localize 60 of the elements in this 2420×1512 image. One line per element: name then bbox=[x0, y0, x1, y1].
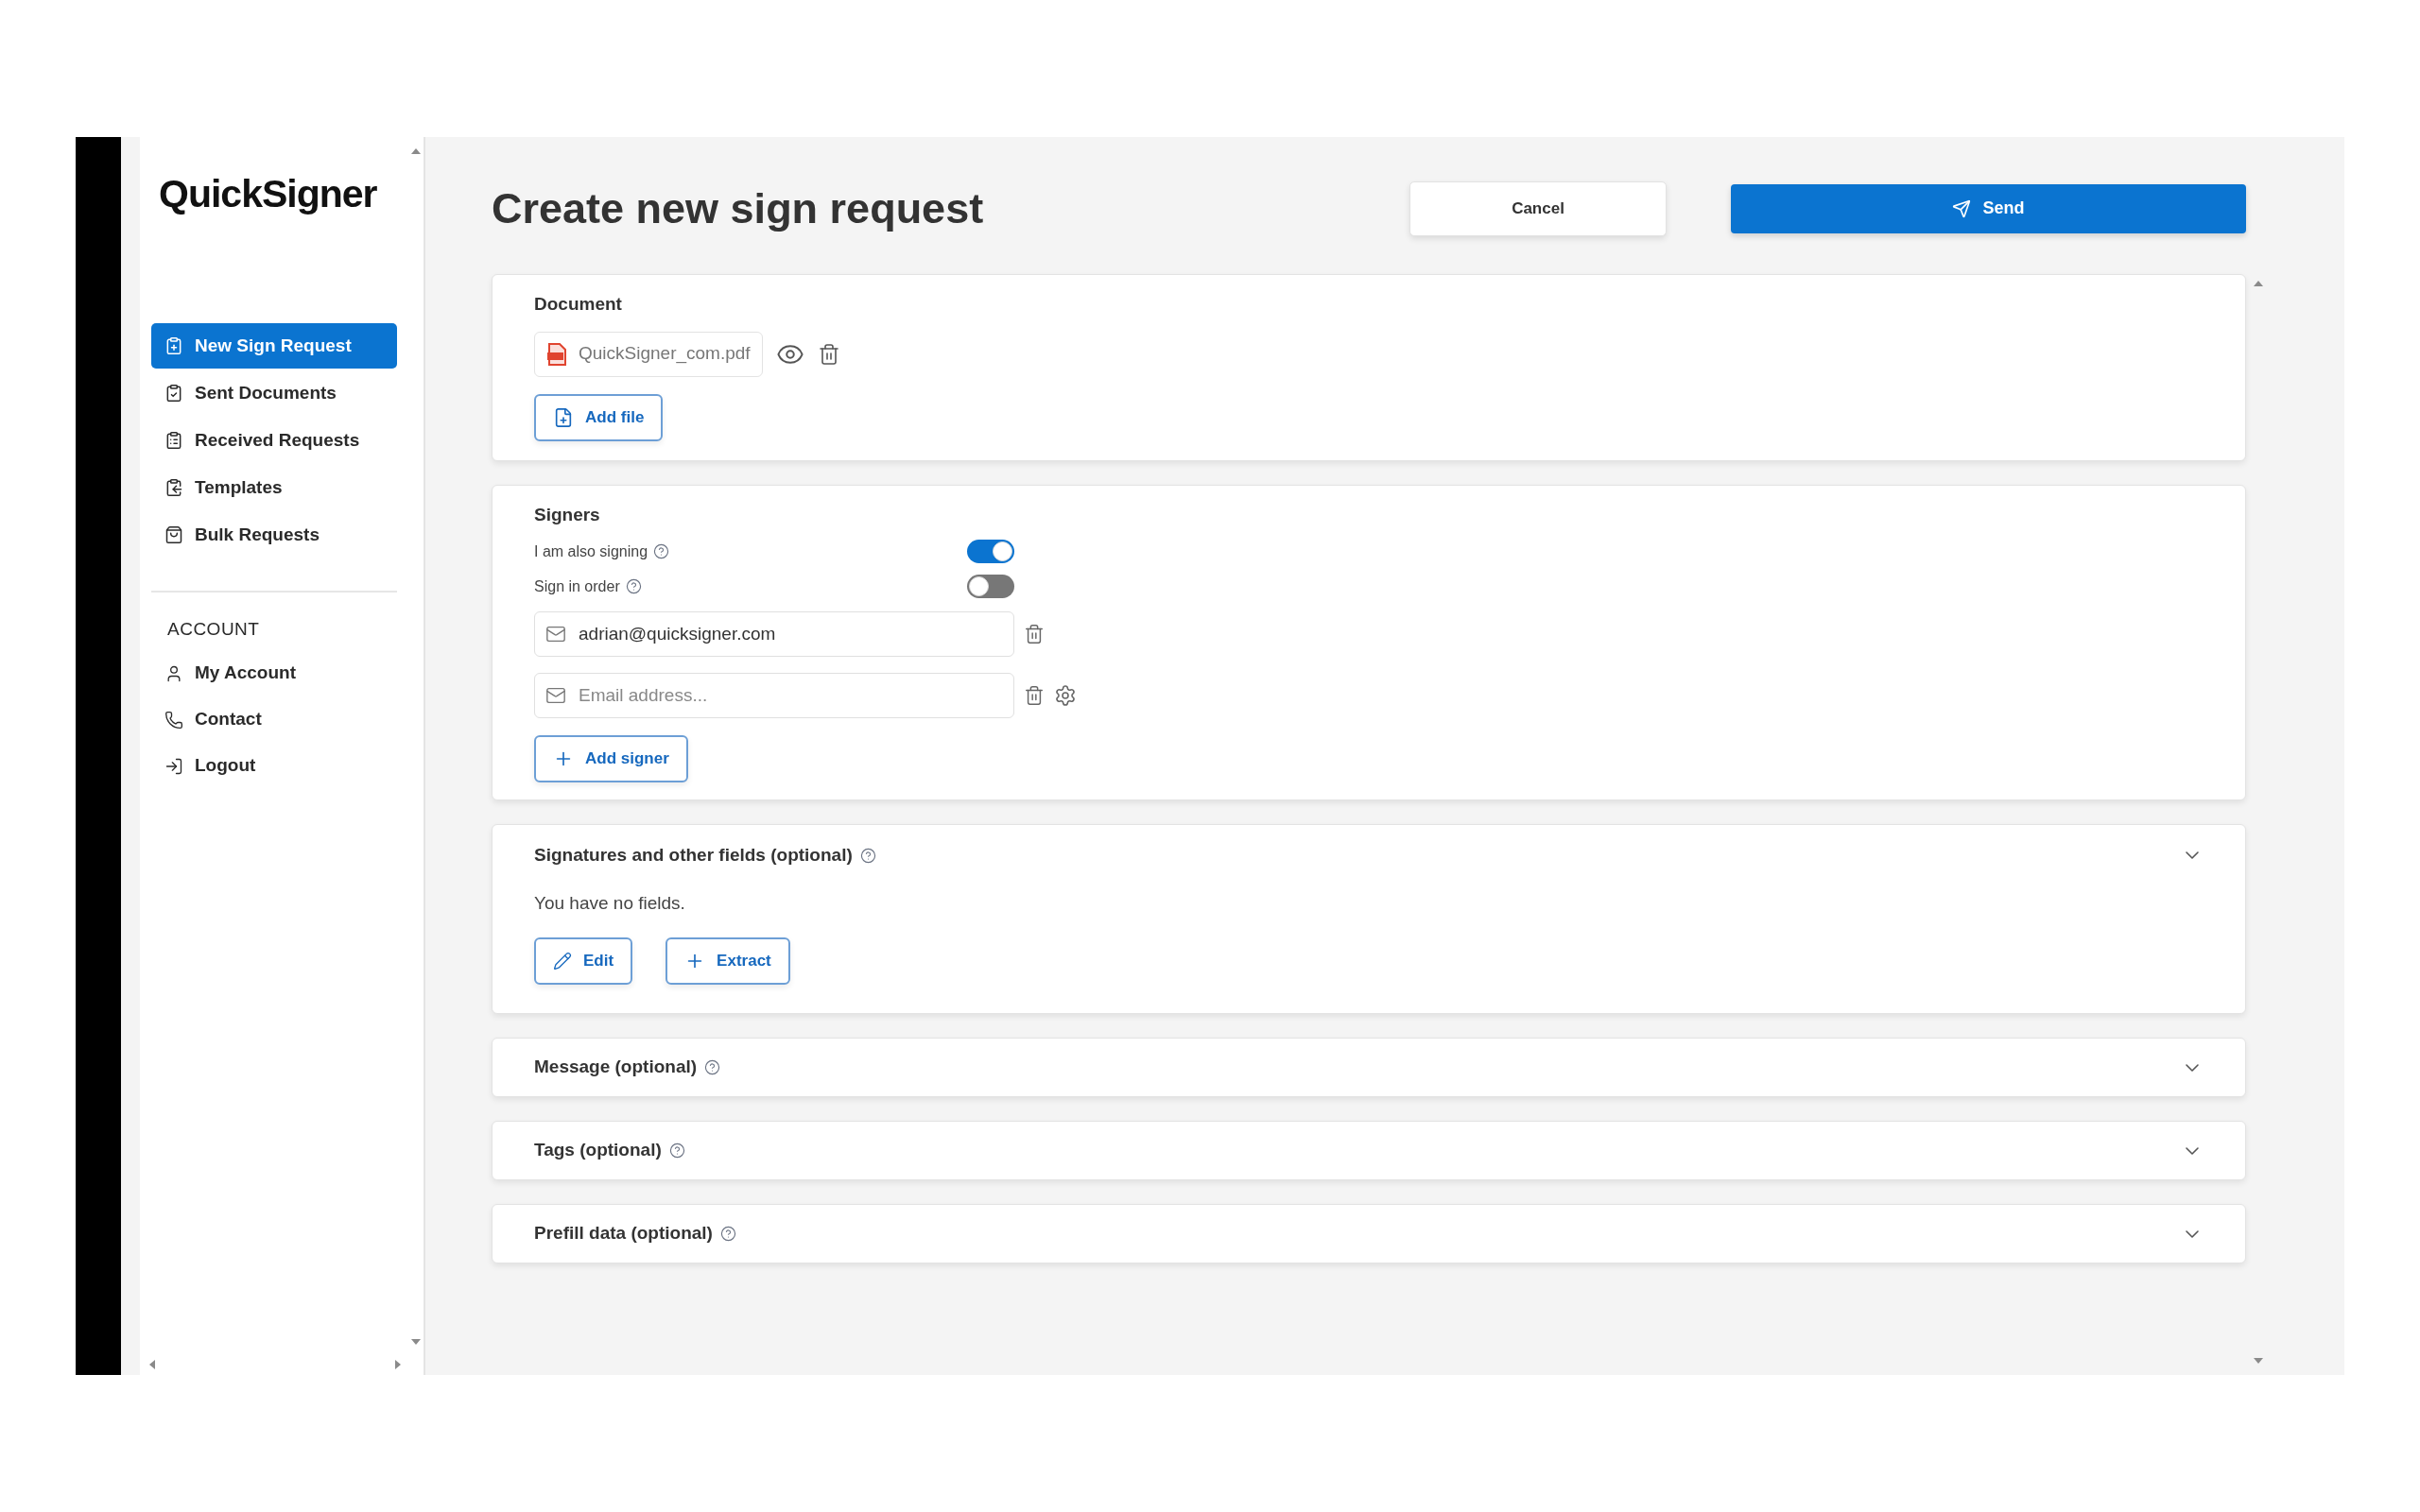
nav-item[interactable]: My Account bbox=[151, 650, 412, 696]
nav-item[interactable]: Templates bbox=[151, 465, 397, 510]
delete-icon[interactable] bbox=[817, 342, 840, 366]
nav-item[interactable]: Received Requests bbox=[151, 418, 397, 463]
mail-icon bbox=[545, 624, 566, 644]
extract-button[interactable]: Extract bbox=[666, 937, 790, 985]
toggle-label: I am also signing bbox=[534, 541, 648, 561]
nav-item[interactable]: Bulk Requests bbox=[151, 512, 397, 558]
pencil-icon bbox=[553, 952, 572, 971]
clipboard-list-icon bbox=[164, 431, 183, 450]
nav-item[interactable]: New Sign Request bbox=[151, 323, 397, 369]
section-label: ACCOUNT bbox=[167, 618, 261, 641]
email-field[interactable]: adrian@quicksigner.com bbox=[534, 611, 1014, 657]
toggle-switch[interactable] bbox=[967, 575, 1014, 598]
add-file-button[interactable]: Add file bbox=[534, 393, 664, 441]
cancel-button[interactable]: Cancel bbox=[1409, 180, 1667, 236]
clipboard-plus-icon bbox=[164, 336, 183, 355]
scroll-right-icon[interactable] bbox=[393, 1360, 403, 1369]
mail-icon bbox=[545, 685, 566, 706]
section-title: Document bbox=[534, 293, 623, 316]
section-title: Prefill data (optional) bbox=[534, 1222, 713, 1246]
toggle-switch[interactable] bbox=[967, 540, 1014, 563]
scroll-up-icon[interactable] bbox=[411, 146, 421, 156]
logout-icon bbox=[164, 756, 183, 776]
help-icon bbox=[668, 1143, 685, 1159]
help-icon bbox=[625, 578, 642, 594]
help-icon bbox=[859, 847, 876, 864]
empty-message: You have no fields. bbox=[534, 891, 686, 915]
section-title: Signers bbox=[534, 503, 601, 526]
nav-item[interactable]: Contact bbox=[151, 696, 412, 743]
section-title: Message (optional) bbox=[534, 1056, 698, 1079]
pdf-file-icon bbox=[546, 342, 567, 366]
help-icon bbox=[653, 543, 670, 559]
phone-icon bbox=[164, 710, 183, 730]
scroll-left-icon[interactable] bbox=[147, 1360, 157, 1369]
scroll-down-icon[interactable] bbox=[411, 1337, 421, 1347]
clipboard-icon bbox=[164, 478, 183, 497]
file-chip[interactable]: QuickSigner_com.pdf bbox=[534, 331, 763, 377]
toggle-label: Sign in order bbox=[534, 576, 620, 596]
scroll-down-icon[interactable] bbox=[2254, 1356, 2263, 1366]
section-title: Signatures and other fields (optional) bbox=[534, 844, 853, 867]
scroll-up-icon[interactable] bbox=[2254, 279, 2263, 288]
delete-icon[interactable] bbox=[1024, 685, 1045, 706]
help-icon bbox=[719, 1226, 736, 1242]
help-icon bbox=[704, 1059, 721, 1075]
add-signer-button[interactable]: Add signer bbox=[534, 735, 688, 782]
file-plus-icon bbox=[553, 406, 574, 428]
clipboard-check-icon bbox=[164, 384, 183, 403]
send-button[interactable]: Send bbox=[1731, 183, 2246, 233]
edit-button[interactable]: Edit bbox=[534, 937, 633, 985]
logo: QuickSigner bbox=[159, 172, 377, 215]
nav-item[interactable]: Logout bbox=[151, 743, 412, 789]
nav-item[interactable]: Sent Documents bbox=[151, 370, 397, 416]
bag-icon bbox=[164, 525, 183, 544]
delete-icon[interactable] bbox=[1024, 624, 1045, 644]
send-icon bbox=[1952, 198, 1972, 218]
page-title: Create new sign request bbox=[492, 182, 984, 234]
email-field[interactable]: Email address... bbox=[534, 673, 1014, 718]
settings-icon[interactable] bbox=[1054, 684, 1077, 707]
section-title: Tags (optional) bbox=[534, 1139, 662, 1162]
